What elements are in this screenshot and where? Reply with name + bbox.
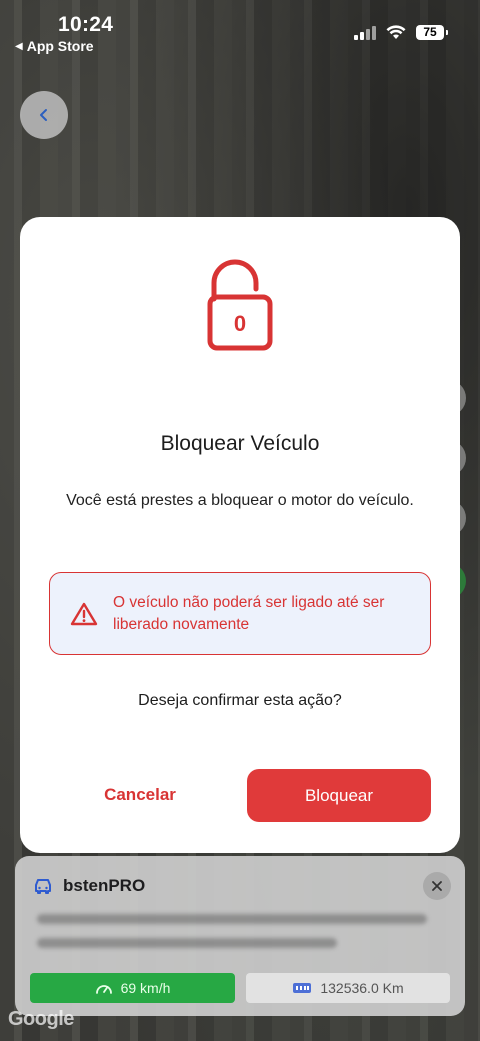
close-icon <box>432 881 442 891</box>
status-indicators: 75 <box>354 25 448 40</box>
dialog-title: Bloquear Veículo <box>160 432 320 455</box>
status-bar: 10:24 ◀ App Store 75 <box>0 0 480 60</box>
back-to-app-store[interactable]: ◀ App Store <box>15 38 94 54</box>
back-app-label: App Store <box>26 38 94 54</box>
back-button[interactable] <box>20 91 68 139</box>
battery-icon: 75 <box>416 25 448 40</box>
speedometer-icon <box>95 985 112 994</box>
confirm-question: Deseja confirmar esta ação? <box>138 692 342 709</box>
block-vehicle-dialog: 0 Bloquear Veículo Você está prestes a b… <box>20 217 460 853</box>
cancel-button[interactable]: Cancelar <box>80 769 200 821</box>
cellular-signal-icon <box>354 25 376 40</box>
speed-value: 69 km/h <box>120 980 171 996</box>
google-attribution: Google <box>8 1008 74 1030</box>
warning-box: O veículo não poderá ser ligado até ser … <box>49 572 431 655</box>
unlocked-padlock-icon: 0 <box>205 257 275 358</box>
car-icon <box>35 879 51 894</box>
chevron-left-icon <box>40 109 47 121</box>
vehicle-card-header: bstenPRO <box>33 876 145 896</box>
blurred-address-line <box>37 914 427 924</box>
vehicle-card-close-button[interactable] <box>423 872 451 900</box>
blurred-address-line <box>37 938 337 948</box>
lock-glyph: 0 <box>234 311 246 336</box>
vehicle-card[interactable]: bstenPRO 69 km/h 132536.0 Km <box>15 856 465 1016</box>
odometer-value: 132536.0 Km <box>320 980 404 996</box>
speed-badge: 69 km/h <box>30 973 235 1003</box>
warning-text: O veículo não poderá ser ligado até ser … <box>113 593 385 633</box>
back-arrow-icon: ◀ <box>15 40 23 52</box>
block-button[interactable]: Bloquear <box>247 769 431 822</box>
warning-triangle-icon <box>70 602 98 625</box>
wifi-icon <box>386 25 406 39</box>
status-time: 10:24 <box>58 13 114 36</box>
vehicle-name: bstenPRO <box>63 876 146 895</box>
odometer-icon <box>293 983 312 993</box>
dialog-message: Você está prestes a bloquear o motor do … <box>66 492 414 509</box>
odometer-badge: 132536.0 Km <box>246 973 450 1003</box>
